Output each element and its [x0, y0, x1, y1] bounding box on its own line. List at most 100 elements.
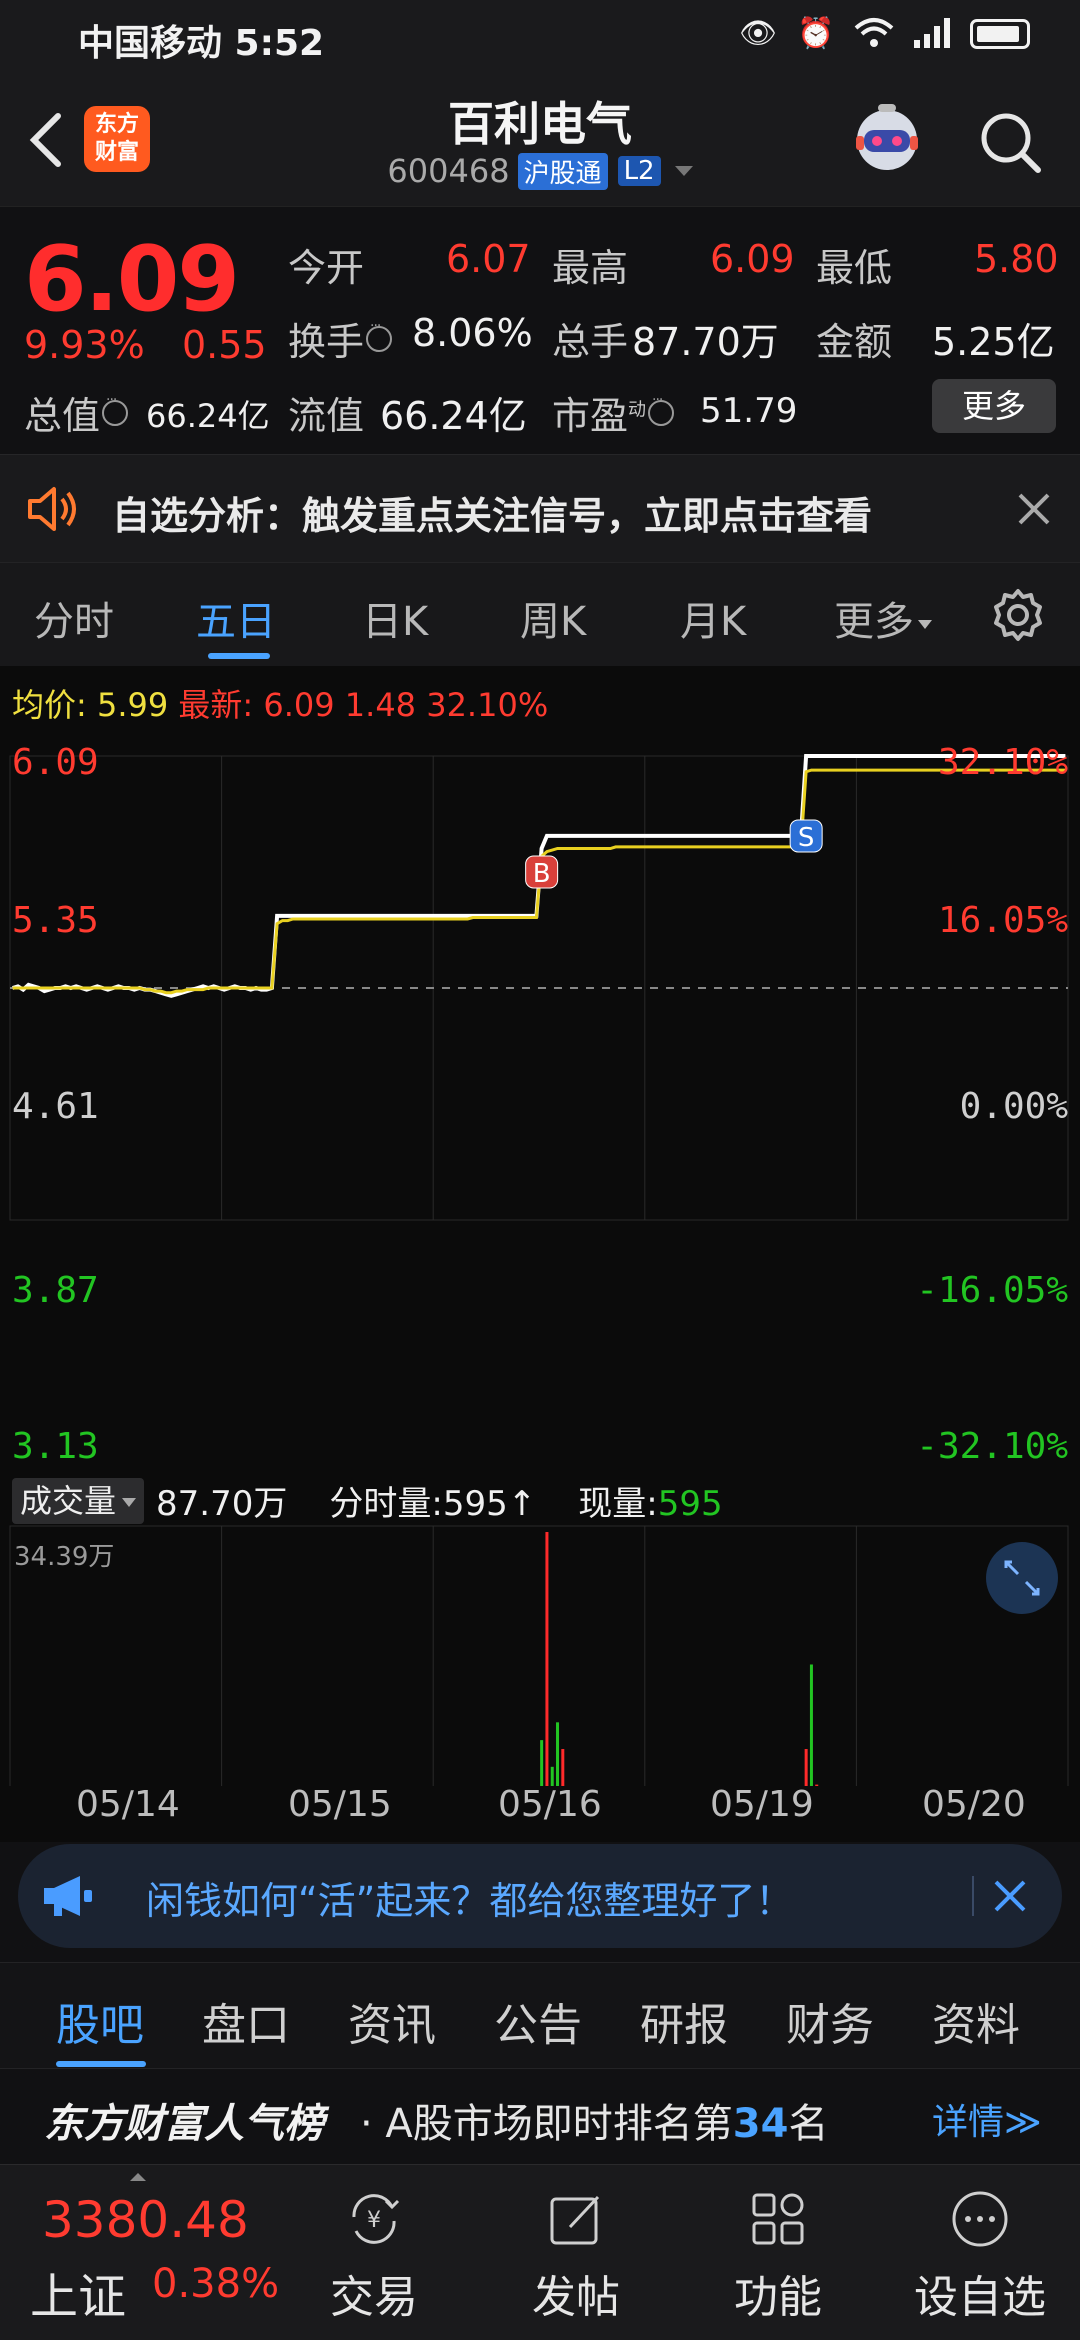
tab-monthly-k[interactable]: 月K — [680, 589, 746, 647]
amount-label: 金额 — [816, 320, 893, 364]
close-icon[interactable] — [1014, 489, 1054, 529]
rank-text-pre: · A股市场即时排名第 — [360, 2101, 733, 2147]
pe-label[interactable]: 市盈动 — [552, 385, 675, 440]
tab-more[interactable]: 更多 — [834, 589, 932, 647]
five-day-chart[interactable]: 均价: 5.99 最新: 6.09 1.48 32.10% BS 6.09 5.… — [0, 666, 1080, 1842]
volume-bar — [815, 1784, 819, 1786]
info-icon — [648, 392, 675, 426]
chart-legend: 均价: 5.99 最新: 6.09 1.48 32.10% — [12, 680, 548, 726]
tab-intraday[interactable]: 分时 — [34, 589, 114, 647]
y-tick-price: 3.87 — [12, 1270, 99, 1311]
info-tabs: 股吧 盘口 资讯 公告 研报 财务 资料 — [0, 1962, 1080, 2068]
rank-text: · A股市场即时排名第34名 — [360, 2091, 828, 2149]
analysis-banner[interactable]: 自选分析：触发重点关注信号，立即点击查看 — [0, 454, 1080, 562]
rank-detail-link[interactable]: 详情≫ — [932, 2093, 1042, 2145]
y-tick-percent: 0.00% — [959, 1086, 1068, 1127]
search-icon[interactable] — [976, 108, 1046, 178]
nav-functions[interactable]: 功能 — [698, 2187, 858, 2325]
index-value[interactable]: 3380.48 — [42, 2191, 249, 2249]
low-value: 5.80 — [974, 237, 1059, 281]
tab-financials[interactable]: 财务 — [786, 1989, 874, 2053]
change-percent: 9.93% — [24, 323, 145, 367]
volume-bar — [556, 1722, 560, 1786]
tab-daily-k[interactable]: 日K — [362, 589, 428, 647]
tab-order-book[interactable]: 盘口 — [202, 1989, 290, 2053]
chevron-up-icon[interactable] — [130, 2173, 146, 2181]
post-icon — [550, 2195, 600, 2245]
rank-text-post: 名 — [788, 2101, 829, 2147]
pe-dynamic-mark: 动 — [628, 399, 647, 421]
x-tick-date: 05/16 — [498, 1784, 602, 1825]
active-tab-indicator — [208, 653, 270, 659]
shanghai-connect-tag: 沪股通 — [517, 152, 608, 190]
expand-chart-button[interactable] — [986, 1542, 1058, 1614]
market-cap-label-text: 总值 — [24, 394, 101, 438]
tick-volume: 分时量:595↑ — [329, 1476, 536, 1525]
turnover-label[interactable]: 换手 — [288, 311, 393, 366]
active-tab-indicator — [56, 2061, 146, 2067]
current-volume: 现量:595 — [578, 1476, 722, 1525]
float-cap-label: 流值 — [288, 394, 365, 438]
tab-research[interactable]: 研报 — [640, 1989, 728, 2053]
gear-icon[interactable] — [990, 587, 1046, 643]
rank-number: 34 — [732, 2101, 789, 2147]
latest-label: 最新: — [178, 686, 254, 724]
quote-panel: 6.09 9.93% 0.55 今开 6.07 最高 6.09 最低 5.80 … — [0, 206, 1080, 454]
speaker-icon — [28, 487, 76, 531]
nav-post[interactable]: 发帖 — [496, 2187, 656, 2325]
divider — [972, 1876, 974, 1916]
volume-bar — [804, 1749, 808, 1786]
open-label: 今开 — [288, 246, 365, 290]
x-tick-date: 05/20 — [922, 1784, 1026, 1825]
current-price: 6.09 — [24, 227, 240, 332]
tab-guba[interactable]: 股吧 — [56, 1989, 144, 2053]
tab-five-day[interactable]: 五日 — [196, 589, 276, 647]
nav-trade[interactable]: ¥ 交易 — [294, 2187, 454, 2325]
battery-icon — [970, 19, 1030, 49]
expand-icon — [1004, 1560, 1040, 1596]
volume-value: 87.70万 — [632, 320, 779, 364]
chevron-down-icon — [918, 619, 932, 629]
turnover-label-text: 换手 — [288, 320, 365, 364]
index-name[interactable]: 上证 — [30, 2257, 126, 2327]
popularity-rank-row[interactable]: 东方财富人气榜 · A股市场即时排名第34名 详情≫ — [0, 2068, 1080, 2164]
volume-plot-frame — [9, 1525, 1069, 1786]
tab-profile[interactable]: 资料 — [932, 1989, 1020, 2053]
open-value: 6.07 — [446, 237, 531, 281]
tab-announcements[interactable]: 公告 — [494, 1989, 582, 2053]
up-arrow-icon: ↑ — [507, 1484, 537, 1524]
nav-functions-label: 功能 — [734, 2272, 822, 2323]
turnover-value: 8.06% — [412, 311, 533, 355]
nav-add-favorite[interactable]: 设自选 — [900, 2187, 1060, 2325]
more-button[interactable]: 更多 — [932, 379, 1056, 433]
pe-value: 51.79 — [700, 391, 798, 431]
x-tick-date: 05/19 — [710, 1784, 814, 1825]
current-volume-value: 595 — [657, 1484, 723, 1524]
tab-weekly-k[interactable]: 周K — [520, 589, 586, 647]
analysis-banner-text: 自选分析：触发重点关注信号，立即点击查看 — [112, 494, 873, 538]
promo-banner[interactable]: 闲钱如何“活”起来？都给您整理好了！ — [18, 1844, 1062, 1948]
trade-marker-label: S — [798, 823, 815, 853]
current-volume-label: 现量: — [578, 1484, 658, 1524]
x-tick-date: 05/15 — [288, 1784, 392, 1825]
nav-add-favorite-label: 设自选 — [914, 2272, 1046, 2323]
high-label: 最高 — [552, 246, 629, 290]
y-tick-percent: -32.10% — [916, 1426, 1068, 1467]
tab-news[interactable]: 资讯 — [348, 1989, 436, 2053]
volume-indicator-select[interactable]: 成交量 — [12, 1477, 145, 1524]
x-tick-date: 05/14 — [76, 1784, 180, 1825]
volume-bar — [540, 1740, 544, 1786]
index-change[interactable]: 0.38% — [152, 2261, 279, 2307]
eye-icon: 👁 — [738, 16, 778, 51]
latest-change: 1.48 — [344, 686, 417, 724]
stock-header: 东方 财富 百利电气 600468 沪股通 L2 — [0, 72, 1080, 206]
y-tick-percent: 16.05% — [937, 900, 1068, 941]
close-icon[interactable] — [990, 1876, 1030, 1916]
volume-bar — [561, 1749, 565, 1786]
change-amount: 0.55 — [182, 323, 267, 367]
robot-assistant-icon[interactable] — [848, 100, 926, 178]
chart-period-tabs: 分时 五日 日K 周K 月K 更多 — [0, 562, 1080, 666]
tab-more-label: 更多 — [834, 599, 914, 645]
market-cap-label[interactable]: 总值 — [24, 385, 129, 440]
latest-value: 6.09 — [263, 686, 335, 724]
